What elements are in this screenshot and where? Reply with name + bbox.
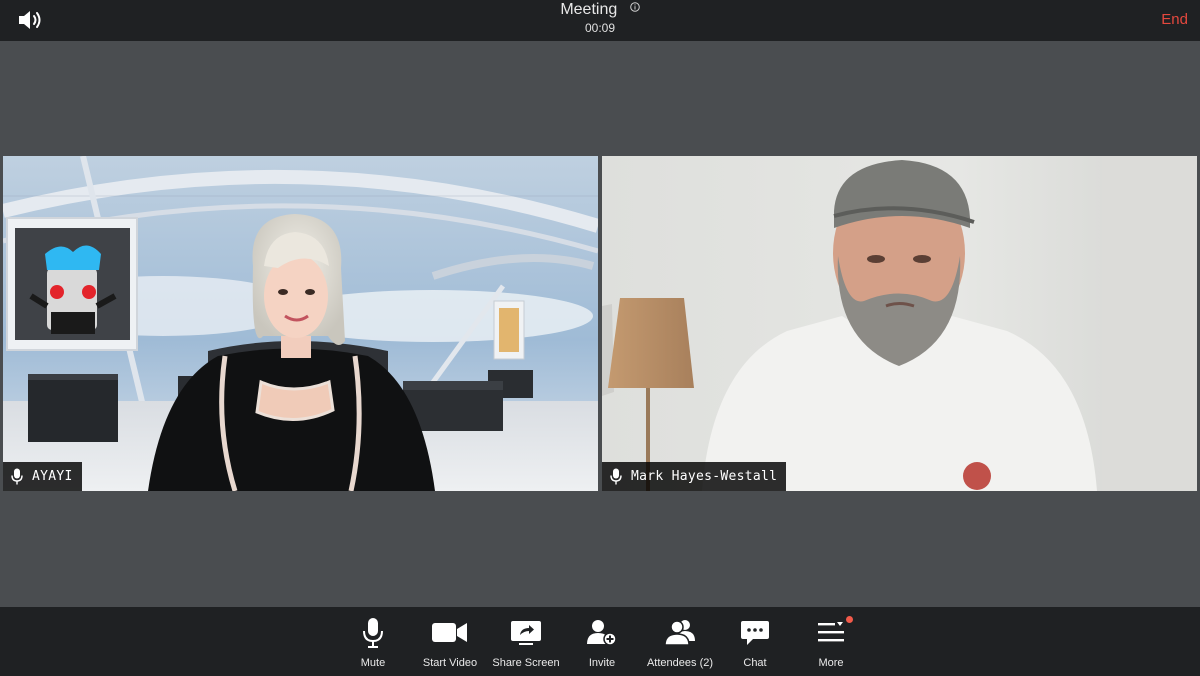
- meeting-header: Meeting: [0, 0, 1200, 19]
- participant-name-tag: Mark Hayes-Westall: [602, 462, 787, 491]
- webcam-video-feed: [602, 156, 1197, 491]
- info-icon[interactable]: [629, 2, 640, 12]
- more-label: More: [818, 657, 844, 669]
- participant-name-tag: AYAYI: [3, 462, 82, 491]
- chat-bubble-icon: [741, 621, 769, 645]
- invite-button[interactable]: Invite: [557, 607, 647, 676]
- microphone-icon: [11, 468, 23, 485]
- attendees-icon: [664, 620, 695, 646]
- meeting-timer: 00:09: [584, 21, 616, 35]
- video-tile-mark-hayes-westall[interactable]: Mark Hayes-Westall: [602, 156, 1197, 491]
- attendees-text: Attendees: [646, 657, 697, 669]
- add-person-icon: [587, 620, 617, 646]
- notification-dot: [846, 616, 853, 623]
- more-menu-icon: [818, 622, 844, 642]
- meeting-toolbar: Mute Start Video Share Screen Invite Att…: [0, 607, 1200, 676]
- participant-name: Mark Hayes-Westall: [631, 469, 778, 484]
- meeting-title: Meeting: [560, 1, 618, 18]
- microphone-icon: [363, 618, 383, 648]
- share-screen-icon: [511, 621, 541, 645]
- avatar-video-feed: [3, 156, 598, 491]
- video-tile-ayayi[interactable]: AYAYI: [3, 156, 598, 491]
- invite-label: Invite: [588, 657, 616, 669]
- more-button[interactable]: More: [786, 607, 876, 676]
- video-camera-icon: [432, 623, 467, 642]
- microphone-icon: [610, 468, 622, 485]
- end-meeting-button[interactable]: End: [1161, 11, 1188, 28]
- top-bar: Meeting 00:09 End: [0, 0, 1200, 41]
- participant-name: AYAYI: [32, 469, 73, 484]
